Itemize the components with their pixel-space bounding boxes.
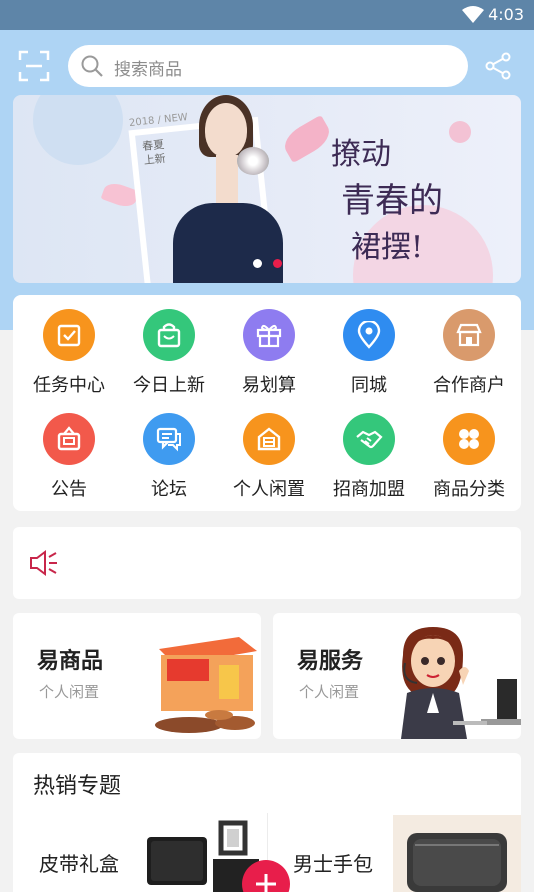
promo-banner[interactable]: 2018 / NEW 春夏 上新 撩动 青春的 裙摆! xyxy=(13,95,521,283)
banner-indicator-active[interactable] xyxy=(273,259,282,268)
speaker-icon xyxy=(30,550,57,576)
hot-item-label[interactable]: 男士手包 xyxy=(293,848,373,877)
handshake-icon xyxy=(343,413,395,465)
category-forum[interactable]: 论坛 xyxy=(116,399,216,500)
share-icon[interactable] xyxy=(484,52,512,80)
banner-slogan: 撩动 青春的 裙摆! xyxy=(331,129,443,266)
promo-subtitle: 个人闲置 xyxy=(39,683,100,701)
category-franchise[interactable]: 招商加盟 xyxy=(316,399,416,500)
banner-decor-circle xyxy=(33,95,123,165)
promo-card-services[interactable]: 易服务 个人闲置 xyxy=(273,613,521,739)
promo-title: 易服务 xyxy=(297,649,364,674)
status-time: 4:03 xyxy=(488,5,524,24)
category-label: 任务中心 xyxy=(33,375,105,396)
category-label: 招商加盟 xyxy=(333,479,405,500)
search-icon xyxy=(81,55,103,77)
category-label: 今日上新 xyxy=(133,375,205,396)
status-bar: 4:03 xyxy=(0,0,534,30)
category-deals[interactable]: 易划算 xyxy=(216,295,316,396)
plus-icon xyxy=(256,874,276,892)
notice-bar[interactable] xyxy=(13,527,521,599)
banner-petal xyxy=(279,114,335,164)
category-label: 同城 xyxy=(351,375,387,396)
search-placeholder: 搜索商品 xyxy=(114,60,182,80)
category-label: 易划算 xyxy=(242,375,296,396)
banner-small-tag: 春夏 上新 xyxy=(141,137,167,168)
model-face xyxy=(205,103,247,157)
category-grid-icon xyxy=(443,413,495,465)
search-bar[interactable]: 搜索商品 xyxy=(68,45,468,87)
model-neck xyxy=(216,155,238,203)
promo-card-goods[interactable]: 易商品 个人闲置 xyxy=(13,613,261,739)
location-pin-icon xyxy=(343,309,395,361)
shopping-bag-icon xyxy=(143,309,195,361)
scan-icon[interactable] xyxy=(18,50,50,82)
snack-gift-box-image xyxy=(155,637,257,733)
banner-slogan-line: 撩动 xyxy=(331,137,391,172)
category-label: 个人闲置 xyxy=(233,479,305,500)
announcement-icon xyxy=(43,413,95,465)
clutch-bag-image[interactable] xyxy=(393,815,521,892)
category-idle-items[interactable]: 个人闲置 xyxy=(216,399,316,500)
category-grid: 任务中心 今日上新 易划算 同城 合作商户 公告 论坛 个人闲置 招商加盟 商品… xyxy=(13,295,521,511)
category-label: 合作商户 xyxy=(433,375,505,396)
bouquet-image xyxy=(237,147,269,175)
category-product-types[interactable]: 商品分类 xyxy=(416,399,516,500)
store-icon xyxy=(443,309,495,361)
promo-title: 易商品 xyxy=(37,649,104,674)
task-icon xyxy=(43,309,95,361)
category-label: 商品分类 xyxy=(433,479,505,500)
banner-decor-circle xyxy=(449,121,471,143)
section-title: 热销专题 xyxy=(33,774,122,799)
gift-icon xyxy=(243,309,295,361)
forum-icon xyxy=(143,413,195,465)
category-merchants[interactable]: 合作商户 xyxy=(416,295,516,396)
banner-indicator[interactable] xyxy=(253,259,262,268)
category-label: 论坛 xyxy=(151,479,187,500)
category-announcement[interactable]: 公告 xyxy=(16,399,116,500)
hot-item-label[interactable]: 皮带礼盒 xyxy=(39,848,119,877)
category-task-center[interactable]: 任务中心 xyxy=(16,295,116,396)
promo-subtitle: 个人闲置 xyxy=(299,683,360,701)
model-dress xyxy=(173,203,283,283)
category-label: 公告 xyxy=(51,479,87,500)
wifi-icon xyxy=(462,6,484,23)
banner-slogan-line: 青春的 xyxy=(341,181,443,221)
category-new-today[interactable]: 今日上新 xyxy=(116,295,216,396)
customer-service-agent-image xyxy=(401,627,521,739)
category-local[interactable]: 同城 xyxy=(316,295,416,396)
idle-item-icon xyxy=(243,413,295,465)
banner-slogan-line: 裙摆! xyxy=(351,230,424,265)
